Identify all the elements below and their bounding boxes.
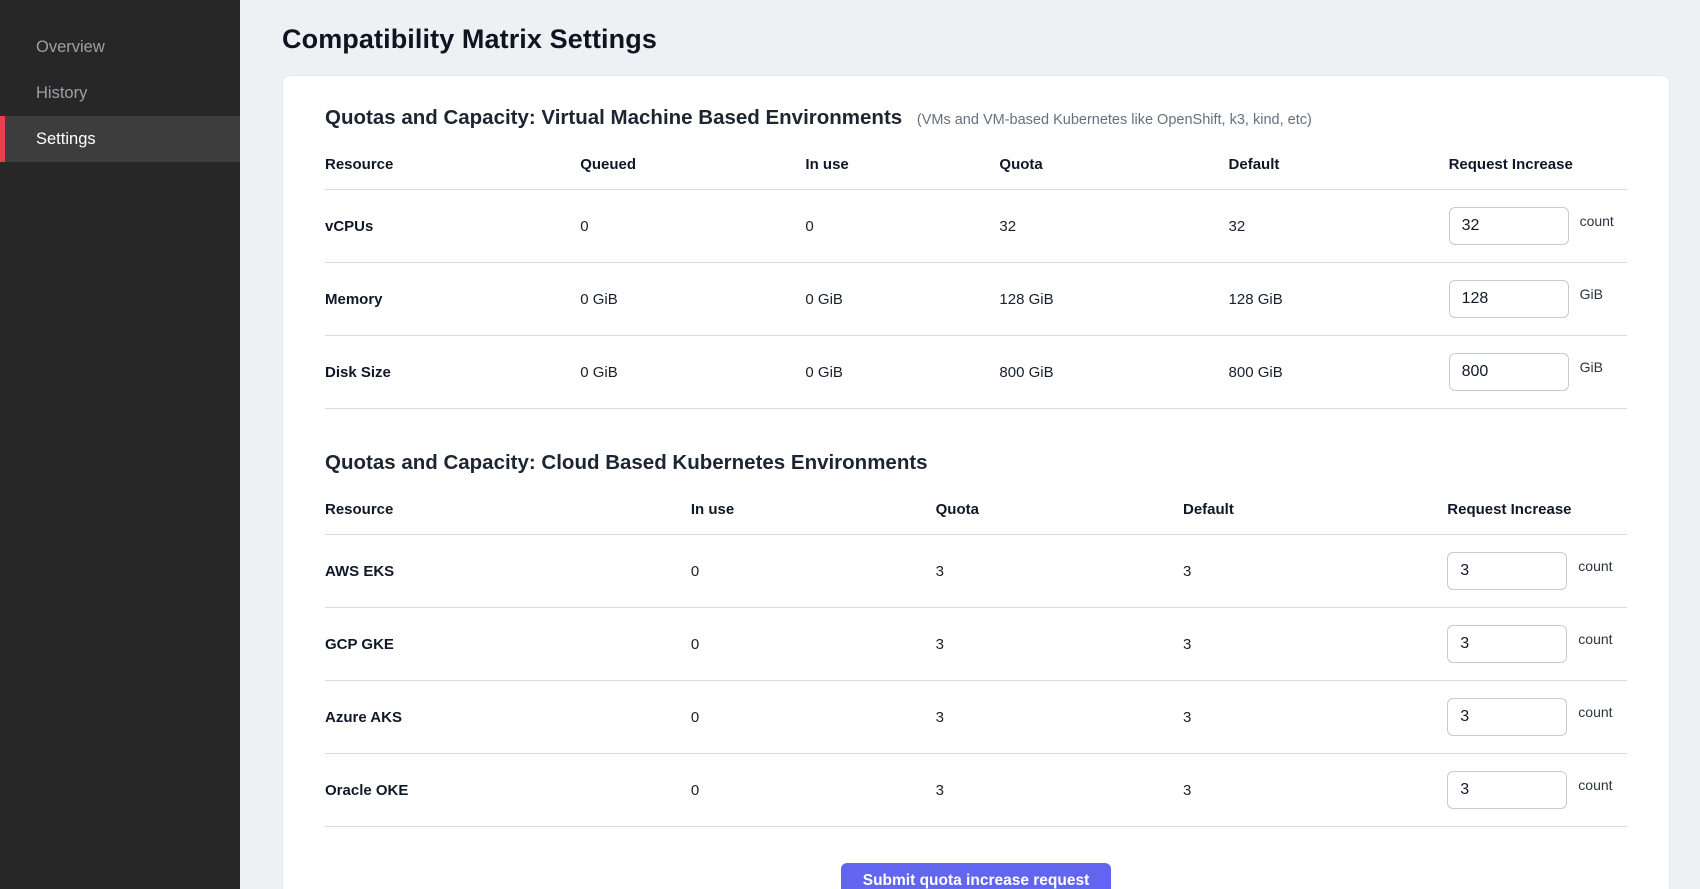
quota-cell: 32 bbox=[999, 218, 1228, 235]
table-row-oracle-oke: Oracle OKE 0 3 3 count bbox=[325, 754, 1627, 827]
unit-label: count bbox=[1578, 777, 1612, 793]
sidebar-item-history[interactable]: History bbox=[0, 70, 240, 116]
request-increase-cell: count bbox=[1447, 771, 1627, 809]
request-increase-cell: GiB bbox=[1449, 353, 1627, 391]
sidebar-item-label: Settings bbox=[36, 130, 96, 149]
quota-cell: 800 GiB bbox=[999, 364, 1228, 381]
submit-row: Submit quota increase request bbox=[325, 827, 1627, 889]
unit-label: count bbox=[1578, 631, 1612, 647]
in-use-cell: 0 bbox=[691, 782, 936, 799]
table-row-aws-eks: AWS EKS 0 3 3 count bbox=[325, 535, 1627, 608]
vm-table-header-row: Resource Queued In use Quota Default Req… bbox=[325, 136, 1627, 190]
default-cell: 3 bbox=[1183, 563, 1447, 580]
settings-card: Quotas and Capacity: Virtual Machine Bas… bbox=[282, 75, 1670, 889]
sidebar-item-label: Overview bbox=[36, 38, 105, 57]
vm-section-title: Quotas and Capacity: Virtual Machine Bas… bbox=[325, 106, 1627, 130]
request-increase-cell: count bbox=[1447, 625, 1627, 663]
table-row-disk-size: Disk Size 0 GiB 0 GiB 800 GiB 800 GiB Gi… bbox=[325, 336, 1627, 409]
unit-label: count bbox=[1580, 213, 1614, 229]
sidebar: Overview History Settings bbox=[0, 0, 240, 889]
column-header-default: Default bbox=[1183, 501, 1447, 518]
table-row-gcp-gke: GCP GKE 0 3 3 count bbox=[325, 608, 1627, 681]
column-header-quota: Quota bbox=[936, 501, 1183, 518]
cloud-table-header-row: Resource In use Quota Default Request In… bbox=[325, 481, 1627, 535]
unit-label: GiB bbox=[1580, 359, 1603, 375]
sidebar-item-overview[interactable]: Overview bbox=[0, 24, 240, 70]
request-increase-cell: GiB bbox=[1449, 280, 1627, 318]
memory-request-input[interactable] bbox=[1449, 280, 1569, 318]
sidebar-item-settings[interactable]: Settings bbox=[0, 116, 240, 162]
in-use-cell: 0 bbox=[805, 218, 999, 235]
request-increase-cell: count bbox=[1447, 698, 1627, 736]
quota-cell: 3 bbox=[936, 782, 1183, 799]
table-row-memory: Memory 0 GiB 0 GiB 128 GiB 128 GiB GiB bbox=[325, 263, 1627, 336]
quota-cell: 3 bbox=[936, 709, 1183, 726]
resource-cell: AWS EKS bbox=[325, 563, 691, 580]
oracle-oke-request-input[interactable] bbox=[1447, 771, 1567, 809]
resource-cell: Oracle OKE bbox=[325, 782, 691, 799]
resource-cell: vCPUs bbox=[325, 218, 580, 235]
column-header-quota: Quota bbox=[999, 156, 1228, 173]
cloud-quota-table: Resource In use Quota Default Request In… bbox=[325, 481, 1627, 827]
request-increase-cell: count bbox=[1449, 207, 1627, 245]
column-header-request-increase: Request Increase bbox=[1447, 501, 1627, 518]
default-cell: 3 bbox=[1183, 709, 1447, 726]
default-cell: 3 bbox=[1183, 636, 1447, 653]
queued-cell: 0 GiB bbox=[580, 364, 805, 381]
unit-label: count bbox=[1578, 558, 1612, 574]
page-title: Compatibility Matrix Settings bbox=[282, 24, 1670, 55]
quota-cell: 128 GiB bbox=[999, 291, 1228, 308]
default-cell: 800 GiB bbox=[1229, 364, 1449, 381]
resource-cell: Azure AKS bbox=[325, 709, 691, 726]
column-header-resource: Resource bbox=[325, 156, 580, 173]
sidebar-item-label: History bbox=[36, 84, 87, 103]
cloud-section-title-text: Quotas and Capacity: Cloud Based Kuberne… bbox=[325, 451, 928, 474]
request-increase-cell: count bbox=[1447, 552, 1627, 590]
main-content: Compatibility Matrix Settings Quotas and… bbox=[240, 0, 1700, 889]
column-header-default: Default bbox=[1229, 156, 1449, 173]
vcpus-request-input[interactable] bbox=[1449, 207, 1569, 245]
azure-aks-request-input[interactable] bbox=[1447, 698, 1567, 736]
submit-quota-button[interactable]: Submit quota increase request bbox=[841, 863, 1112, 889]
column-header-in-use: In use bbox=[691, 501, 936, 518]
quota-cell: 3 bbox=[936, 563, 1183, 580]
aws-eks-request-input[interactable] bbox=[1447, 552, 1567, 590]
quota-cell: 3 bbox=[936, 636, 1183, 653]
gcp-gke-request-input[interactable] bbox=[1447, 625, 1567, 663]
table-row-vcpus: vCPUs 0 0 32 32 count bbox=[325, 190, 1627, 263]
in-use-cell: 0 bbox=[691, 636, 936, 653]
in-use-cell: 0 GiB bbox=[805, 364, 999, 381]
unit-label: GiB bbox=[1580, 286, 1603, 302]
disk-size-request-input[interactable] bbox=[1449, 353, 1569, 391]
in-use-cell: 0 bbox=[691, 563, 936, 580]
vm-section-subtitle: (VMs and VM-based Kubernetes like OpenSh… bbox=[917, 112, 1312, 128]
resource-cell: GCP GKE bbox=[325, 636, 691, 653]
app-window: Overview History Settings Compatibility … bbox=[0, 0, 1700, 889]
resource-cell: Disk Size bbox=[325, 364, 580, 381]
in-use-cell: 0 bbox=[691, 709, 936, 726]
column-header-queued: Queued bbox=[580, 156, 805, 173]
default-cell: 128 GiB bbox=[1229, 291, 1449, 308]
default-cell: 32 bbox=[1229, 218, 1449, 235]
resource-cell: Memory bbox=[325, 291, 580, 308]
unit-label: count bbox=[1578, 704, 1612, 720]
vm-quota-table: Resource Queued In use Quota Default Req… bbox=[325, 136, 1627, 409]
in-use-cell: 0 GiB bbox=[805, 291, 999, 308]
default-cell: 3 bbox=[1183, 782, 1447, 799]
queued-cell: 0 GiB bbox=[580, 291, 805, 308]
cloud-section-title: Quotas and Capacity: Cloud Based Kuberne… bbox=[325, 451, 1627, 475]
vm-section-title-text: Quotas and Capacity: Virtual Machine Bas… bbox=[325, 106, 902, 129]
table-row-azure-aks: Azure AKS 0 3 3 count bbox=[325, 681, 1627, 754]
column-header-in-use: In use bbox=[805, 156, 999, 173]
column-header-resource: Resource bbox=[325, 501, 691, 518]
column-header-request-increase: Request Increase bbox=[1449, 156, 1627, 173]
queued-cell: 0 bbox=[580, 218, 805, 235]
